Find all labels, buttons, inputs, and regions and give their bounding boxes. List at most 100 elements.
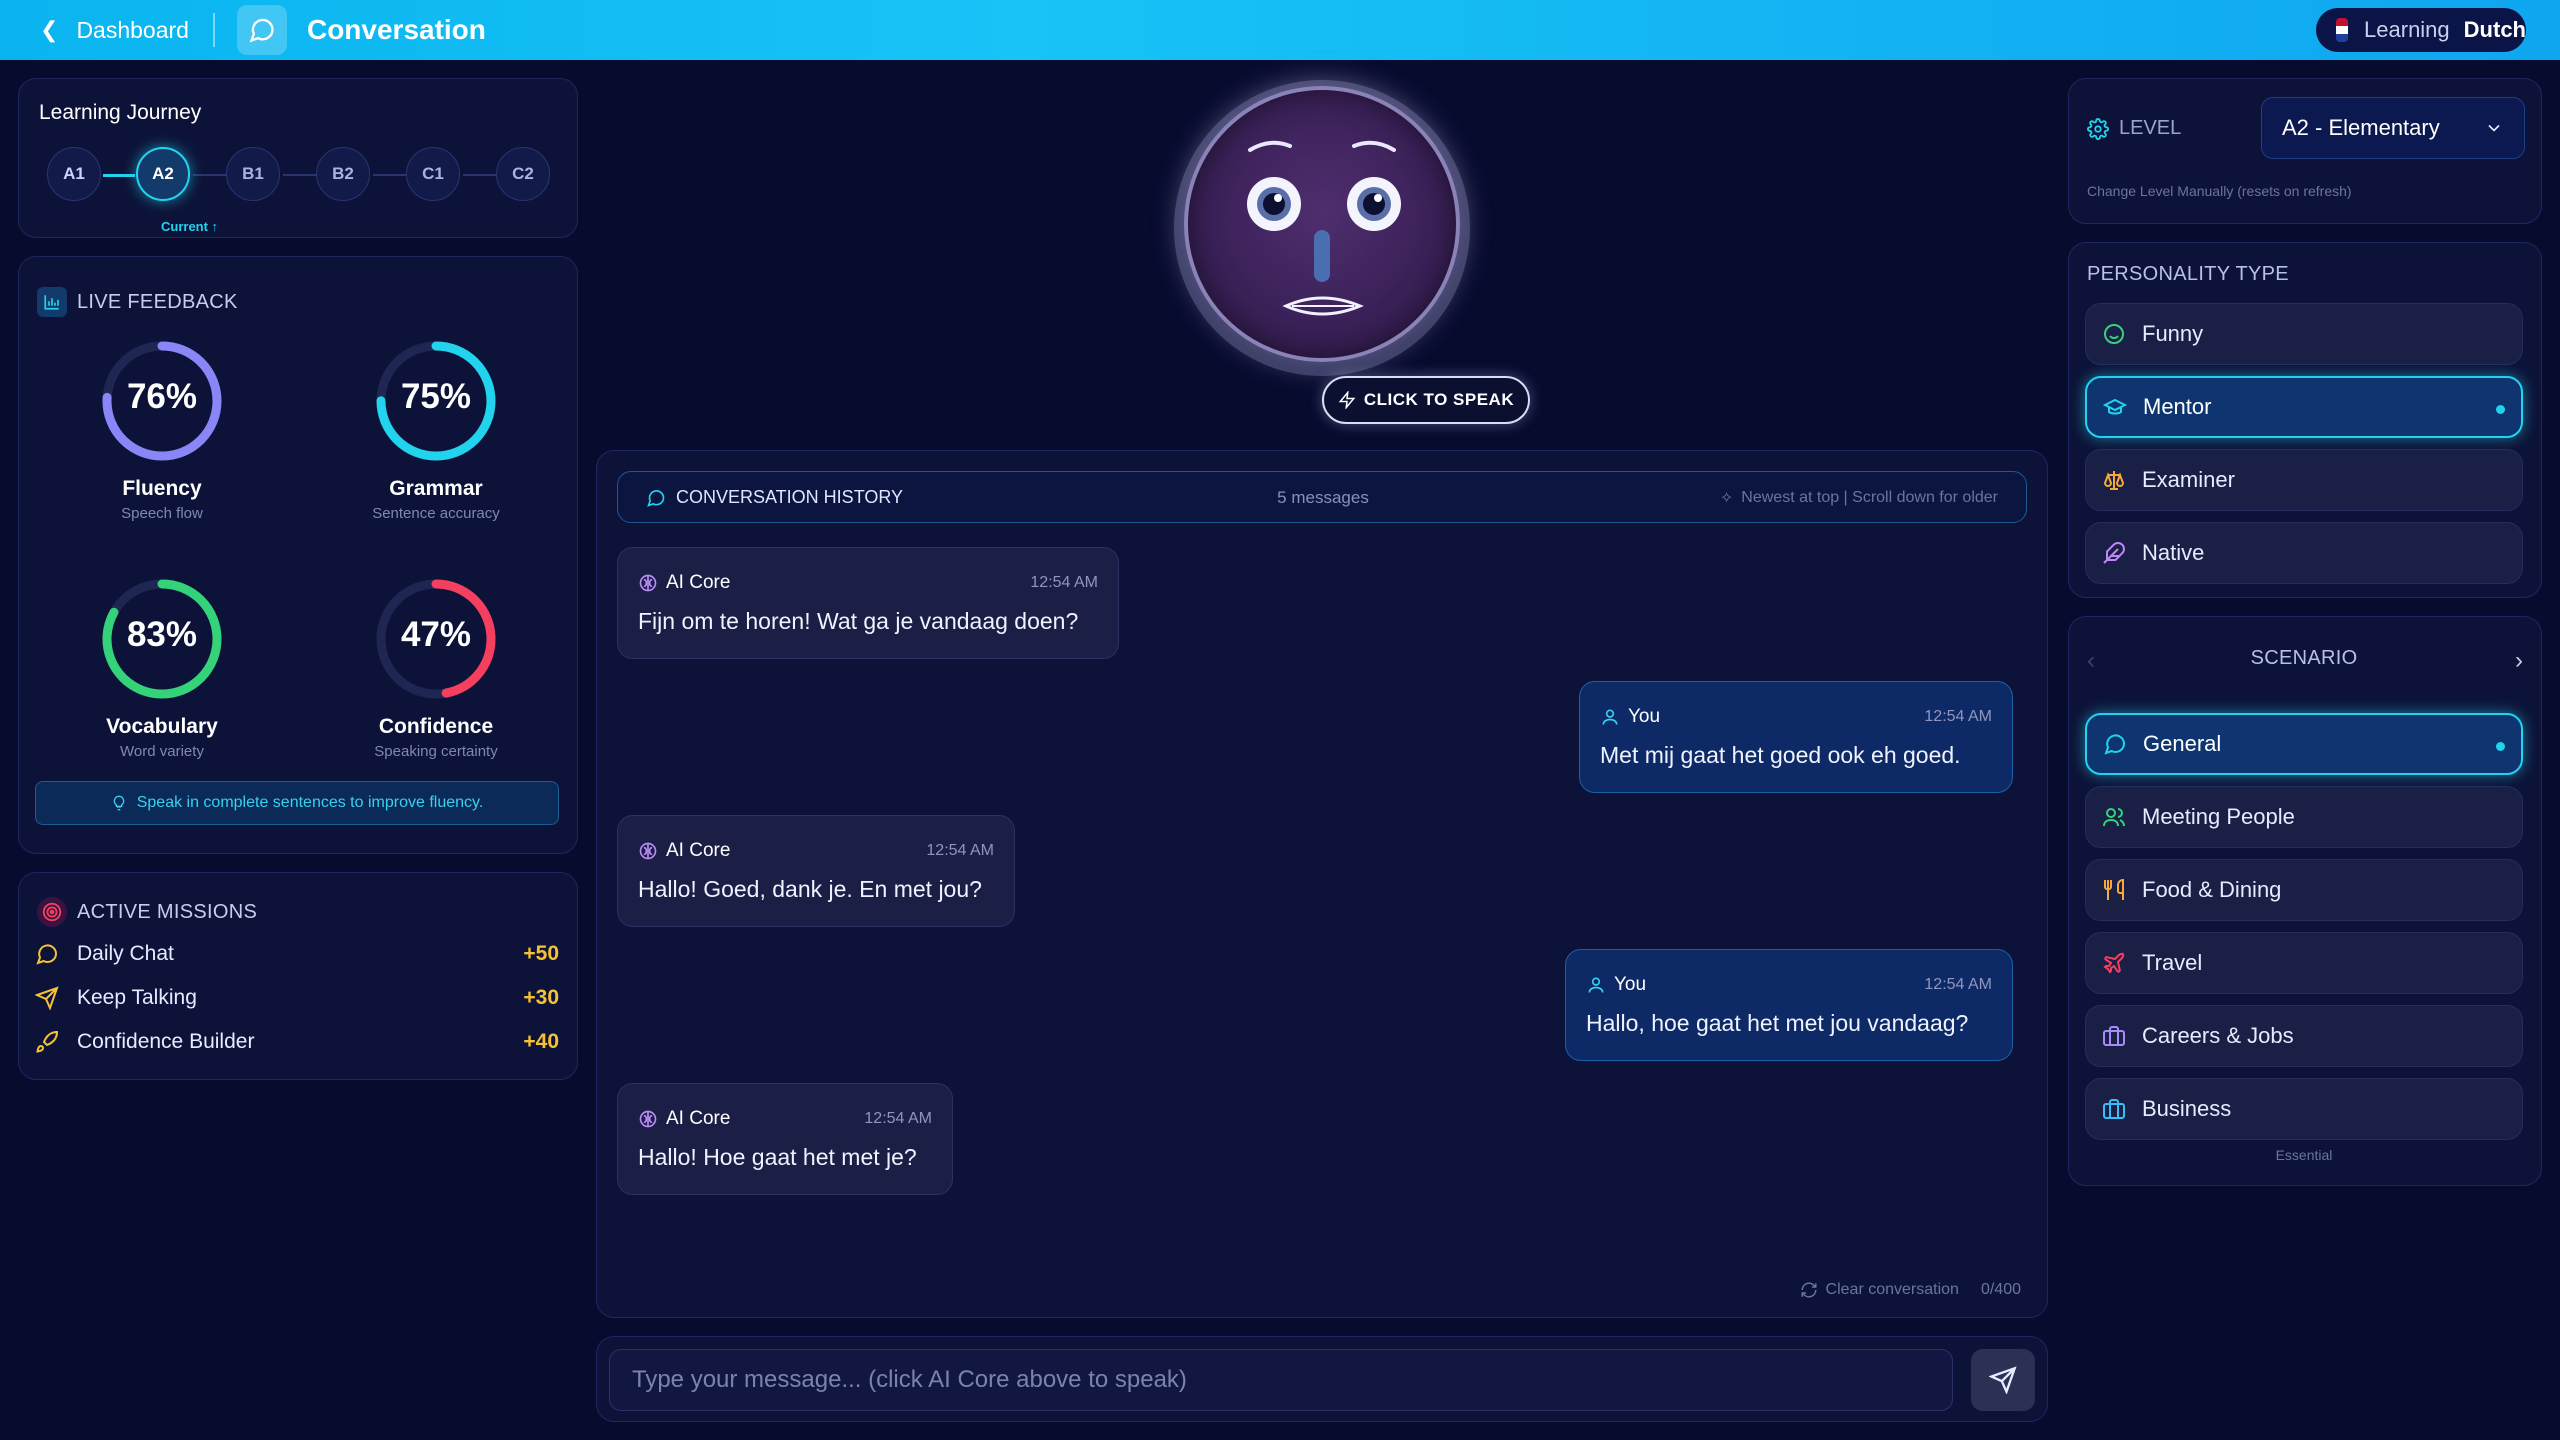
brain-icon: [638, 573, 658, 593]
clear-label: Clear conversation: [1825, 1281, 1959, 1298]
briefcase-icon: [2102, 1097, 2128, 1121]
refresh-icon: [1800, 1281, 1818, 1299]
send-button[interactable]: [1971, 1349, 2035, 1411]
journey-level-a2[interactable]: A2: [136, 147, 190, 201]
message-time: 12:54 AM: [926, 842, 994, 859]
level-panel: LEVEL A2 - Elementary Change Level Manua…: [2068, 78, 2542, 224]
chat-bubble-icon: [35, 942, 63, 966]
scenario-option-business[interactable]: Business: [2085, 1078, 2523, 1140]
message-input[interactable]: [609, 1349, 1953, 1411]
journey-level-b2[interactable]: B2: [316, 147, 370, 201]
personality-option-mentor[interactable]: Mentor: [2085, 376, 2523, 438]
brain-icon: [638, 1109, 658, 1129]
vocabulary-percent: 83%: [126, 615, 198, 654]
fluency-metric: 76% Fluency Speech flow: [97, 339, 227, 522]
scenario-option-general[interactable]: General: [2085, 713, 2523, 775]
message-time: 12:54 AM: [864, 1110, 932, 1127]
netherlands-flag-icon: [2336, 18, 2349, 42]
send-icon: [1989, 1366, 2017, 1394]
option-label: Careers & Jobs: [2142, 1023, 2294, 1048]
personality-option-native[interactable]: Native: [2085, 522, 2523, 584]
ai-core-avatar[interactable]: [1184, 86, 1460, 362]
message-text: Hallo, hoe gaat het met jou vandaag?: [1586, 1010, 1969, 1036]
selected-indicator: [2496, 742, 2505, 751]
confidence-percent: 47%: [400, 615, 472, 654]
mission-points: +50: [523, 942, 559, 965]
confidence-metric: 47% Confidence Speaking certainty: [371, 577, 501, 760]
journey-connector: [193, 174, 229, 176]
clear-conversation-button[interactable]: Clear conversation: [1800, 1281, 1959, 1299]
scenario-category-label: Essential: [2275, 1147, 2333, 1163]
mission-points: +40: [523, 1030, 559, 1053]
target-icon: [37, 897, 67, 927]
scenario-option-careers-jobs[interactable]: Careers & Jobs: [2085, 1005, 2523, 1067]
journey-level-c1[interactable]: C1: [406, 147, 460, 201]
journey-connector: [373, 174, 409, 176]
history-note-text: Newest at top | Scroll down for older: [1741, 489, 1998, 506]
mission-points: +30: [523, 986, 559, 1009]
level-label: LEVEL: [2119, 117, 2182, 139]
scenario-option-meeting-people[interactable]: Meeting People: [2085, 786, 2523, 848]
personality-option-funny[interactable]: Funny: [2085, 303, 2523, 365]
journey-connector: [463, 174, 499, 176]
journey-connector: [103, 174, 135, 177]
composer-panel: [596, 1336, 2048, 1422]
ai-face-icon: [1247, 140, 1401, 316]
brain-icon: [638, 841, 658, 861]
conversation-footer: Clear conversation 0/400: [1800, 1281, 2021, 1299]
live-feedback-panel: LIVE FEEDBACK 76% Fluency Speech flow 75…: [18, 256, 578, 854]
option-label: Funny: [2142, 321, 2204, 346]
scenario-option-food-dining[interactable]: Food & Dining: [2085, 859, 2523, 921]
journey-connector: [283, 174, 319, 176]
message-text: Hallo! Hoe gaat het met je?: [638, 1144, 917, 1170]
mission-label: Confidence Builder: [77, 1030, 255, 1053]
message-sender: You: [1628, 706, 1661, 727]
message-text: Hallo! Goed, dank je. En met jou?: [638, 876, 982, 902]
feedback-tip: Speak in complete sentences to improve f…: [35, 781, 559, 825]
personality-option-examiner[interactable]: Examiner: [2085, 449, 2523, 511]
journey-level-b1[interactable]: B1: [226, 147, 280, 201]
option-label: Mentor: [2143, 394, 2212, 419]
option-label: Food & Dining: [2142, 877, 2282, 902]
mission-label: Keep Talking: [77, 986, 197, 1009]
rocket-icon: [35, 1030, 63, 1054]
language-badge[interactable]: Learning Dutch: [2316, 8, 2526, 52]
live-feedback-title: LIVE FEEDBACK: [77, 290, 238, 313]
bar-chart-icon: [37, 287, 67, 317]
option-label: Travel: [2142, 950, 2203, 975]
mission-confidence-builder[interactable]: Confidence Builder +40: [35, 1027, 559, 1057]
message-sender: AI Core: [666, 1108, 731, 1129]
scenario-next-button[interactable]: ›: [2515, 647, 2523, 675]
scenario-option-travel[interactable]: Travel: [2085, 932, 2523, 994]
option-label: Meeting People: [2142, 804, 2295, 829]
option-label: Examiner: [2142, 467, 2235, 492]
option-label: General: [2143, 731, 2222, 756]
mission-daily-chat[interactable]: Daily Chat +50: [35, 939, 559, 969]
chat-message-ai: AI Core 12:54 AM Hallo! Goed, dank je. E…: [617, 815, 1015, 927]
back-to-dashboard-link[interactable]: ❮ Dashboard: [40, 17, 189, 44]
message-time: 12:54 AM: [1030, 574, 1098, 591]
chat-bubble-icon: [2103, 732, 2129, 756]
scenario-title: SCENARIO: [2250, 647, 2358, 669]
chat-message-ai: AI Core 12:54 AM Hallo! Hoe gaat het met…: [617, 1083, 953, 1195]
journey-level-a1[interactable]: A1: [47, 147, 101, 201]
chevron-left-icon: ❮: [40, 17, 59, 42]
fluency-percent: 76%: [126, 377, 198, 416]
message-time: 12:54 AM: [1924, 976, 1992, 993]
back-label: Dashboard: [76, 16, 189, 43]
vocabulary-sub: Word variety: [120, 743, 204, 760]
send-arrow-icon: [35, 986, 63, 1010]
learning-label: Learning: [2364, 17, 2450, 42]
chat-message-user: You 12:54 AM Hallo, hoe gaat het met jou…: [1565, 949, 2013, 1061]
vocabulary-metric: 83% Vocabulary Word variety: [97, 577, 227, 760]
current-level-marker: Current ↑: [161, 219, 219, 234]
scenario-panel: ‹ SCENARIO › General Meeting People Food…: [2068, 616, 2542, 1186]
mission-keep-talking[interactable]: Keep Talking +30: [35, 983, 559, 1013]
level-select[interactable]: A2 - Elementary: [2261, 97, 2525, 159]
history-sort-note: ✧ Newest at top | Scroll down for older: [1720, 488, 1998, 508]
lightning-icon: [1338, 391, 1356, 409]
smile-icon: [2102, 322, 2128, 346]
journey-level-c2[interactable]: C2: [496, 147, 550, 201]
journey-title: Learning Journey: [39, 101, 202, 124]
click-to-speak-button[interactable]: CLICK TO SPEAK: [1322, 376, 1530, 424]
